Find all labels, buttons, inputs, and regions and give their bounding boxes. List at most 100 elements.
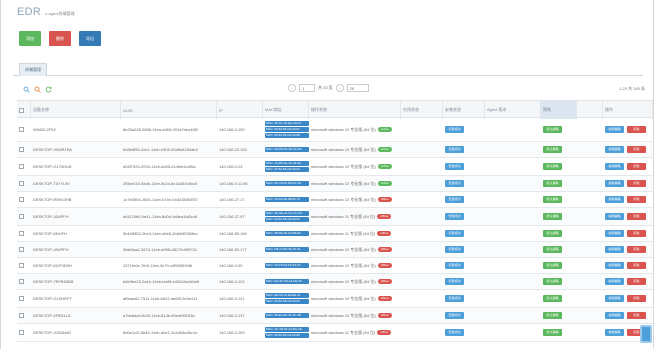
policy-label[interactable]: 默认策略: [543, 312, 562, 319]
row-checkbox[interactable]: [19, 197, 24, 202]
row-checkbox[interactable]: [19, 247, 24, 252]
col-device-name[interactable]: 设备名称: [31, 101, 121, 119]
delete-button[interactable]: 删除: [49, 31, 71, 46]
next-page-button[interactable]: ›: [335, 84, 344, 92]
table-row[interactable]: DESKTOP-T57YL90 2f5be418-0ddb-11eb-8c2d-8…: [17, 176, 653, 192]
edit-policy-button[interactable]: 编辑策略: [605, 126, 624, 133]
row-checkbox-cell[interactable]: [17, 226, 31, 241]
table-row[interactable]: DESKTOP-J8UPFH 3fab0aa2-2674-11eb-a995-d8…: [17, 242, 653, 258]
row-checkbox[interactable]: [19, 164, 24, 169]
policy-label[interactable]: 默认策略: [543, 213, 562, 220]
edit-policy-button[interactable]: 编辑策略: [605, 295, 624, 302]
row-checkbox[interactable]: [19, 263, 24, 268]
edit-policy-button[interactable]: 编辑策略: [605, 146, 624, 153]
row-checkbox-cell[interactable]: [17, 290, 31, 307]
row-checkbox-cell[interactable]: [17, 308, 31, 323]
uninstall-button[interactable]: 卸载: [627, 262, 646, 269]
policy-label[interactable]: 默认策略: [543, 230, 562, 237]
col-mac[interactable]: MAC地址: [263, 101, 309, 119]
table-row[interactable]: DESKTOP-8K4IFH 9b1b5852-2bc3-11eb-a9e6-2b…: [17, 226, 653, 242]
page-number-input[interactable]: 1: [299, 84, 315, 92]
uninstall-button[interactable]: 卸载: [627, 146, 646, 153]
row-checkbox-cell[interactable]: [17, 242, 31, 257]
table-row[interactable]: DESKTOP-J8UPFH dd1120b0-0e41-11eb-8d0d-9c…: [17, 208, 653, 226]
uninstall-button[interactable]: 卸载: [627, 295, 646, 302]
edit-policy-button[interactable]: 编辑策略: [605, 262, 624, 269]
col-uuid[interactable]: UUID: [121, 101, 217, 119]
table-row[interactable]: DESKTOP-V0MR1PA 8d3e8f50-2cb1-11eb-b305-0…: [17, 142, 653, 158]
scrollbar-thumb[interactable]: [640, 325, 652, 343]
policy-label[interactable]: 默认策略: [543, 196, 562, 203]
policy-label[interactable]: 默认策略: [543, 278, 562, 285]
tab-endpoint-management[interactable]: 终端管理: [19, 63, 47, 76]
uninstall-button[interactable]: 卸载: [627, 126, 646, 133]
policy-label[interactable]: 默认策略: [543, 146, 562, 153]
table-row[interactable]: DESKTOP-J0SAN4G 8d0e1c2f-5b44-11eb-a0e1-2…: [17, 324, 653, 342]
uninstall-button[interactable]: 卸载: [627, 213, 646, 220]
edit-policy-button[interactable]: 编辑策略: [605, 312, 624, 319]
policy-label[interactable]: 默认策略: [543, 126, 562, 133]
policy-label[interactable]: 默认策略: [543, 246, 562, 253]
edit-policy-button[interactable]: 编辑策略: [605, 230, 624, 237]
row-checkbox[interactable]: [19, 147, 24, 152]
row-checkbox[interactable]: [19, 181, 24, 186]
policy-label[interactable]: 默认策略: [543, 295, 562, 302]
uninstall-button[interactable]: 卸载: [627, 196, 646, 203]
row-checkbox-cell[interactable]: [17, 176, 31, 191]
checkbox[interactable]: [19, 107, 24, 113]
policy-label[interactable]: 默认策略: [543, 262, 562, 269]
edit-policy-button[interactable]: 编辑策略: [605, 163, 624, 170]
col-actions[interactable]: 操作: [603, 101, 653, 119]
row-checkbox-cell[interactable]: [17, 118, 31, 141]
col-agent-version[interactable]: Agent 版本: [485, 101, 541, 119]
add-button[interactable]: 添加: [19, 31, 41, 46]
row-checkbox-cell[interactable]: [17, 192, 31, 207]
refresh-icon[interactable]: [45, 86, 52, 93]
search-icon[interactable]: [23, 86, 30, 93]
table-row[interactable]: DESKTOP-G1SHEPT af5aac62-7511-11eb-bb22-a…: [17, 290, 653, 308]
row-checkbox[interactable]: [19, 330, 24, 335]
table-row[interactable]: DESKTOP-7RFB50BB b8e3be23-0a1e-11eb-bdd5-…: [17, 274, 653, 290]
col-os[interactable]: 操作系统: [309, 101, 401, 119]
policy-label[interactable]: 默认策略: [543, 163, 562, 170]
row-checkbox-cell[interactable]: [17, 324, 31, 341]
edit-policy-button[interactable]: 编辑策略: [605, 246, 624, 253]
table-row[interactable]: DESKTOP-R5H10HB 1c7e0504-2651-11eb-b74e-0…: [17, 192, 653, 208]
row-checkbox[interactable]: [19, 231, 24, 236]
col-ip[interactable]: IP: [217, 101, 263, 119]
row-checkbox[interactable]: [19, 279, 24, 284]
table-row[interactable]: WIN10-2F52 8e25a226-0656-11ea-a3b5-001a7d…: [17, 118, 653, 142]
uninstall-button[interactable]: 卸载: [627, 312, 646, 319]
row-checkbox[interactable]: [19, 127, 24, 132]
col-install-status[interactable]: 安装状态: [443, 101, 485, 119]
advanced-search-icon[interactable]: [34, 86, 41, 93]
uninstall-button[interactable]: 卸载: [627, 180, 646, 187]
row-checkbox[interactable]: [19, 313, 24, 318]
row-checkbox-cell[interactable]: [17, 258, 31, 273]
uninstall-button[interactable]: 卸载: [627, 163, 646, 170]
edit-policy-button[interactable]: 编辑策略: [605, 278, 624, 285]
export-button[interactable]: 导出: [79, 31, 101, 46]
table-row[interactable]: DESKTOP-G1T0HU5 d04f7325-2093-11eb-bc55-2…: [17, 158, 653, 176]
col-policy[interactable]: 策略: [541, 101, 577, 119]
row-checkbox-cell[interactable]: [17, 208, 31, 225]
edit-policy-button[interactable]: 编辑策略: [605, 213, 624, 220]
policy-label[interactable]: 默认策略: [543, 180, 562, 187]
uninstall-button[interactable]: 卸载: [627, 230, 646, 237]
edit-policy-button[interactable]: 编辑策略: [605, 180, 624, 187]
edit-policy-button[interactable]: 编辑策略: [605, 196, 624, 203]
policy-label[interactable]: 默认策略: [543, 329, 562, 336]
prev-page-button[interactable]: ‹: [288, 84, 296, 92]
uninstall-button[interactable]: 卸载: [627, 278, 646, 285]
row-checkbox-cell[interactable]: [17, 274, 31, 289]
select-all-checkbox[interactable]: [17, 101, 31, 119]
page-size-select[interactable]: 20: [346, 84, 369, 92]
table-row[interactable]: DESKTOP-4FBS1LA a7bb6aa4-fb43-11eb-814b-8…: [17, 308, 653, 324]
row-checkbox-cell[interactable]: [17, 142, 31, 157]
col-blank[interactable]: [577, 101, 603, 119]
row-checkbox[interactable]: [19, 296, 24, 301]
row-checkbox[interactable]: [19, 214, 24, 219]
row-checkbox-cell[interactable]: [17, 158, 31, 175]
col-online-status[interactable]: 在线状态: [401, 101, 443, 119]
uninstall-button[interactable]: 卸载: [627, 246, 646, 253]
